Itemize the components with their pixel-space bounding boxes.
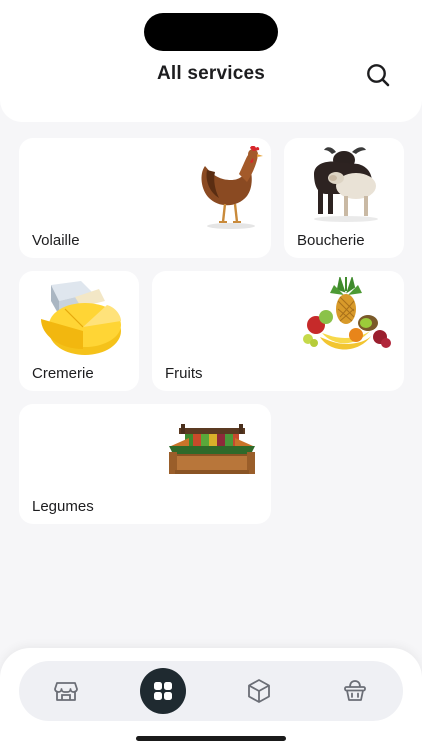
tab-store[interactable]: [41, 661, 91, 721]
service-card-legumes[interactable]: Legumes: [19, 404, 271, 524]
service-card-cremerie[interactable]: Cremerie: [19, 271, 139, 391]
service-card-volaille[interactable]: Volaille: [19, 138, 271, 258]
service-label: Boucherie: [297, 232, 365, 249]
service-card-fruits[interactable]: Fruits: [152, 271, 404, 391]
box-icon: [248, 679, 270, 703]
app-header: All services: [0, 0, 422, 122]
home-indicator: [136, 736, 286, 741]
service-label: Fruits: [165, 365, 203, 382]
service-label: Cremerie: [32, 365, 94, 382]
service-label: Legumes: [32, 498, 94, 515]
search-button[interactable]: [364, 61, 392, 89]
store-icon: [54, 682, 78, 701]
fruit-basket-image: [303, 277, 391, 350]
vegetable-stall-image: [169, 424, 255, 474]
tab-services[interactable]: [140, 668, 186, 714]
page-title: All services: [156, 63, 266, 84]
cheese-image: [41, 281, 121, 355]
dynamic-island: [144, 13, 278, 51]
tab-basket[interactable]: [330, 661, 380, 721]
chicken-image: [201, 146, 263, 229]
search-icon: [367, 64, 390, 87]
grid-icon: [154, 682, 172, 700]
bottom-navigation: [0, 648, 422, 750]
service-card-boucherie[interactable]: Boucherie: [284, 138, 404, 258]
service-label: Volaille: [32, 232, 80, 249]
tab-products[interactable]: [234, 661, 284, 721]
basket-icon: [344, 680, 366, 701]
tab-bar: [19, 661, 403, 721]
bull-and-sheep-image: [314, 147, 378, 222]
